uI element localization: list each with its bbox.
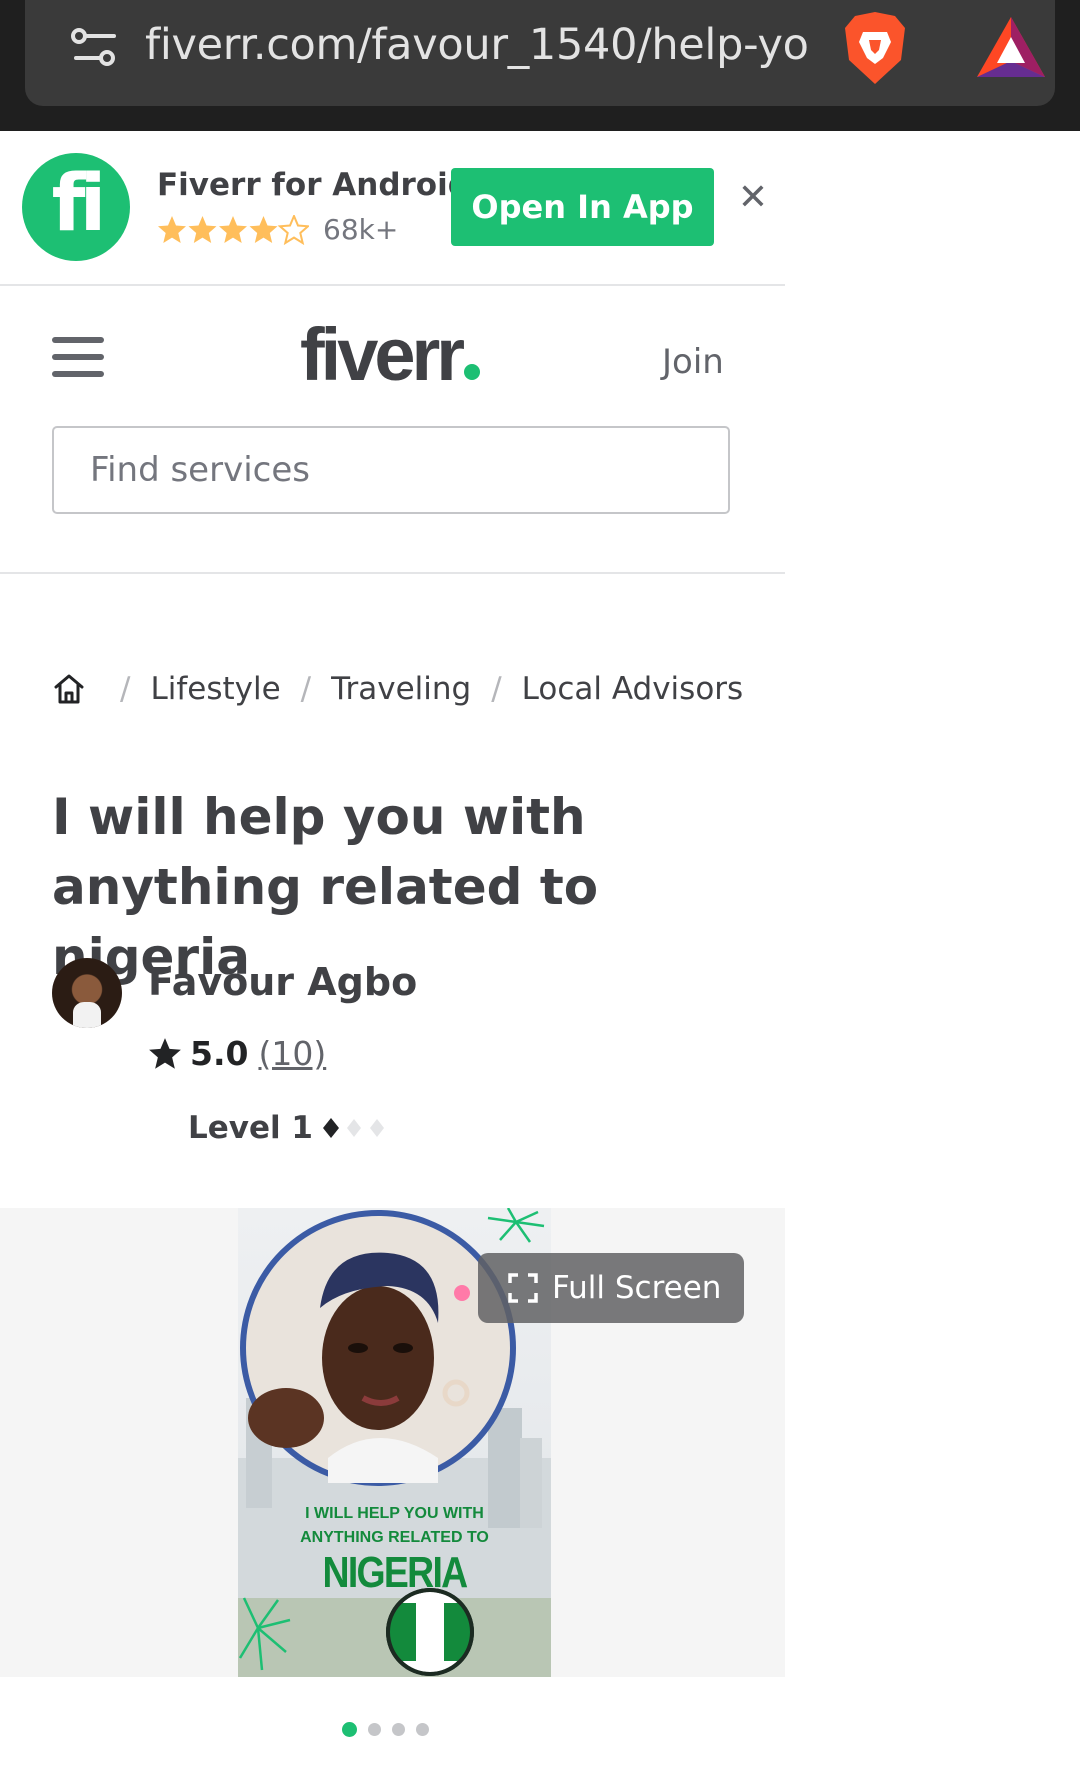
breadcrumb: / Lifestyle / Traveling / Local Advisors — [52, 664, 743, 714]
open-in-app-button[interactable]: Open In App — [451, 168, 714, 246]
address-bar[interactable]: fiverr.com/favour_1540/help-yo — [25, 0, 1055, 106]
app-rating-count: 68k+ — [323, 213, 399, 246]
gig-image-country: NIGERIA — [322, 1548, 469, 1597]
star-icon — [149, 1037, 181, 1069]
fiverr-app-logo-icon: fi — [22, 153, 130, 261]
breadcrumb-lifestyle[interactable]: Lifestyle — [150, 671, 280, 707]
breadcrumb-local-advisors[interactable]: Local Advisors — [522, 671, 744, 707]
carousel-dot-2[interactable] — [368, 1723, 381, 1736]
avatar[interactable] — [52, 958, 122, 1028]
rating-value: 5.0 — [190, 1034, 249, 1073]
breadcrumb-separator: / — [300, 671, 312, 707]
search-input[interactable] — [54, 428, 728, 512]
carousel-dots — [342, 1722, 440, 1737]
brave-rewards-icon[interactable] — [975, 15, 1047, 81]
app-name: Fiverr for Android — [157, 167, 470, 203]
url-text[interactable]: fiverr.com/favour_1540/help-yo — [145, 20, 809, 70]
gig-image-line2: ANYTHING RELATED TO — [300, 1529, 489, 1546]
browser-chrome: fiverr.com/favour_1540/help-yo — [0, 0, 1080, 131]
search-field[interactable] — [52, 426, 730, 514]
breadcrumb-separator: / — [491, 671, 502, 707]
home-icon[interactable] — [52, 672, 86, 706]
reviews-count-link[interactable]: (10) — [258, 1034, 326, 1073]
gig-gallery[interactable]: I WILL HELP YOU WITH ANYTHING RELATED TO… — [0, 1208, 785, 1677]
fullscreen-icon — [508, 1273, 538, 1303]
site-header: fiverr Join — [0, 286, 785, 574]
breadcrumb-traveling[interactable]: Traveling — [331, 671, 471, 707]
gig-image-caption: I WILL HELP YOU WITH ANYTHING RELATED TO… — [238, 1502, 551, 1596]
app-logo-text: fi — [51, 159, 107, 249]
gig-image-line1: I WILL HELP YOU WITH — [305, 1505, 484, 1522]
level-diamonds-icon — [323, 1118, 384, 1138]
seller-name[interactable]: Favour Agbo — [148, 960, 417, 1004]
breadcrumb-separator: / — [120, 671, 131, 707]
seller-rating: 5.0 (10) — [148, 1034, 326, 1073]
logo-text: fiverr — [300, 313, 465, 396]
full-screen-label: Full Screen — [552, 1270, 722, 1306]
fiverr-logo[interactable]: fiverr — [300, 312, 481, 397]
carousel-dot-4[interactable] — [416, 1723, 429, 1736]
app-install-banner: fi Fiverr for Android 68k+ Open In App ✕ — [0, 131, 785, 286]
join-link[interactable]: Join — [662, 342, 724, 382]
brave-shields-icon[interactable] — [843, 10, 907, 86]
menu-icon[interactable] — [52, 337, 104, 377]
close-icon[interactable]: ✕ — [736, 180, 770, 216]
star-rating-icon — [158, 215, 309, 244]
seller-level: Level 1 — [188, 1110, 387, 1146]
site-settings-icon[interactable] — [70, 25, 120, 69]
logo-dot — [464, 364, 481, 380]
level-label: Level 1 — [188, 1110, 313, 1146]
full-screen-button[interactable]: Full Screen — [478, 1253, 744, 1323]
carousel-dot-1[interactable] — [342, 1722, 357, 1737]
carousel-dot-3[interactable] — [392, 1723, 405, 1736]
